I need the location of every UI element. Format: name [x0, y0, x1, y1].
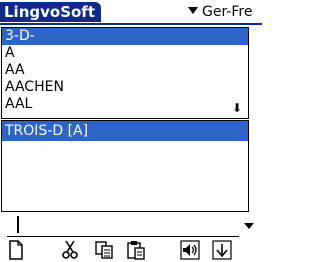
- history-dropdown-icon[interactable]: [244, 223, 254, 229]
- word-list-item[interactable]: 3-D-: [2, 28, 248, 45]
- new-document-icon[interactable]: [6, 240, 26, 260]
- speaker-icon[interactable]: [180, 240, 200, 260]
- title-divider: [0, 23, 262, 25]
- translation-pane: TROIS-D [A]: [1, 120, 249, 212]
- search-input[interactable]: [0, 213, 262, 239]
- language-selector[interactable]: Ger-Fre: [188, 2, 252, 22]
- title-bar: LingvoSoft Ger-Fre: [0, 0, 262, 25]
- scroll-down-icon[interactable]: [212, 240, 232, 260]
- word-list-scroll-down-icon[interactable]: ⬇: [232, 101, 242, 115]
- text-cursor: [17, 216, 19, 233]
- copy-icon[interactable]: [94, 240, 114, 260]
- word-list-item[interactable]: A: [2, 45, 248, 62]
- input-underline: [7, 236, 239, 237]
- language-selector-label: Ger-Fre: [202, 4, 253, 20]
- word-list[interactable]: 3-D- A AA AACHEN AAL: [1, 27, 249, 119]
- toolbar: [0, 238, 262, 262]
- word-list-item[interactable]: AAL: [2, 96, 248, 113]
- paste-icon[interactable]: [126, 240, 146, 260]
- dropdown-arrow-icon[interactable]: [188, 6, 198, 14]
- cut-icon[interactable]: [60, 240, 80, 260]
- word-list-item[interactable]: AACHEN: [2, 79, 248, 96]
- word-list-item[interactable]: AA: [2, 62, 248, 79]
- app-title: LingvoSoft: [0, 2, 102, 22]
- translation-text: TROIS-D [A]: [2, 121, 248, 141]
